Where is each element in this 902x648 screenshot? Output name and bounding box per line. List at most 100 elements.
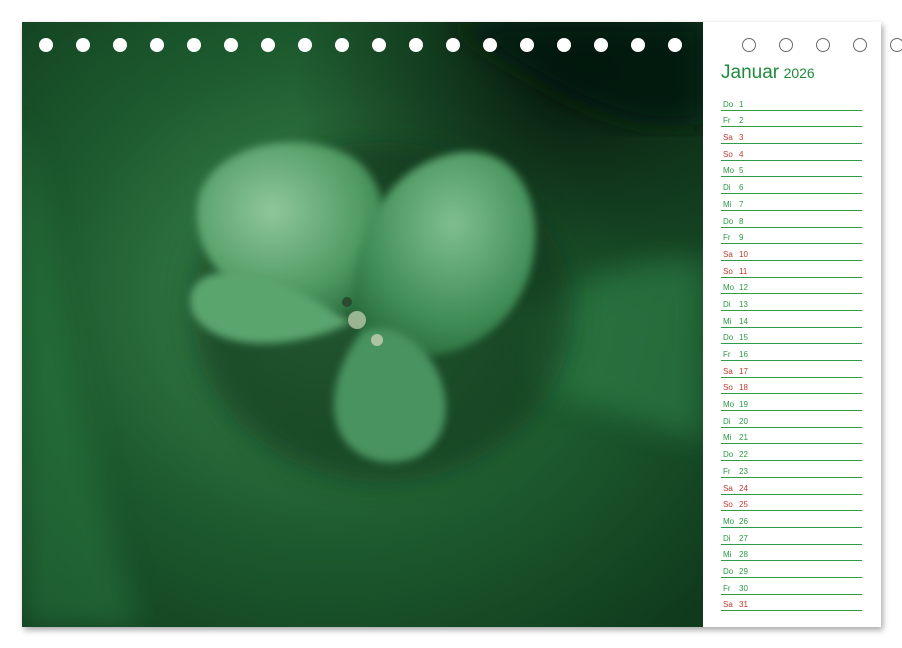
day-name: Mo <box>723 166 735 176</box>
day-row: Fr 9 <box>721 228 862 245</box>
day-row: So 25 <box>721 495 862 512</box>
day-name: Fr <box>723 116 731 126</box>
day-list: Do 1 Fr 2 Sa 3 So 4 Mo 5 Di 6 Mi 7 Do 8 Fr 9 Sa 10 So 11 Mo 12 D… <box>721 94 862 612</box>
day-row: Sa 31 <box>721 595 862 612</box>
day-name: Di <box>723 416 731 426</box>
day-name: Sa <box>723 600 733 610</box>
leaf-photo-art <box>22 22 703 627</box>
day-number: 28 <box>739 550 748 560</box>
binding-hole <box>668 38 682 52</box>
day-number: 15 <box>739 333 748 343</box>
day-row: Mi 7 <box>721 194 862 211</box>
day-number: 11 <box>739 266 748 276</box>
calendar-column: Januar 2026 Do 1 Fr 2 Sa 3 So 4 Mo 5 Di 6 Mi 7 Do 8 Fr 9 S… <box>703 22 881 627</box>
day-number: 9 <box>739 233 744 243</box>
month-name: Januar <box>721 62 780 83</box>
day-number: 13 <box>739 299 748 309</box>
day-row: Mi 21 <box>721 428 862 445</box>
day-name: So <box>723 266 733 276</box>
day-number: 24 <box>739 483 748 493</box>
day-name: Do <box>723 216 734 226</box>
day-row: Fr 2 <box>721 111 862 128</box>
day-name: Do <box>723 99 734 109</box>
day-row: Mo 26 <box>721 511 862 528</box>
day-row: Sa 3 <box>721 127 862 145</box>
day-name: Do <box>723 450 734 460</box>
day-number: 21 <box>739 433 748 443</box>
day-row: Sa 17 <box>721 361 862 378</box>
year-label: 2026 <box>783 65 815 81</box>
day-row: Do 22 <box>721 444 862 462</box>
day-number: 1 <box>739 99 744 109</box>
day-number: 7 <box>739 199 744 209</box>
day-number: 16 <box>739 350 748 359</box>
day-number: 25 <box>739 500 748 510</box>
binding-hole <box>557 38 571 52</box>
day-number: 8 <box>739 216 744 226</box>
day-name: Mi <box>723 550 732 560</box>
day-number: 14 <box>739 316 748 326</box>
day-row: Mi 28 <box>721 545 862 562</box>
binding-hole <box>298 38 312 52</box>
day-number: 12 <box>739 283 748 293</box>
day-name: Sa <box>723 249 733 259</box>
binding-hole <box>446 38 460 52</box>
day-row: Fr 16 <box>721 344 862 361</box>
day-row: Mo 12 <box>721 278 862 295</box>
binding-hole <box>76 38 90 52</box>
day-row: Sa 10 <box>721 244 862 261</box>
day-number: 27 <box>739 533 748 543</box>
day-name: Do <box>723 333 734 343</box>
day-number: 18 <box>739 383 748 393</box>
day-number: 23 <box>739 466 748 476</box>
binding-hole <box>150 38 164 52</box>
day-row: Di 27 <box>721 528 862 545</box>
day-name: Di <box>723 533 731 543</box>
day-row: Mo 19 <box>721 394 862 412</box>
day-number: 19 <box>739 400 748 410</box>
day-row: Di 6 <box>721 177 862 195</box>
day-name: Mi <box>723 316 732 326</box>
day-number: 30 <box>739 583 748 593</box>
day-number: 2 <box>739 116 744 126</box>
day-number: 6 <box>739 183 744 193</box>
binding-hole <box>520 38 534 52</box>
day-name: Sa <box>723 483 733 493</box>
calendar-page: Januar 2026 Do 1 Fr 2 Sa 3 So 4 Mo 5 Di 6 Mi 7 Do 8 Fr 9 S… <box>22 22 902 627</box>
day-row: Fr 23 <box>721 461 862 478</box>
binding-hole <box>261 38 275 52</box>
day-name: Mo <box>723 283 735 293</box>
day-row: Sa 24 <box>721 478 862 495</box>
binding-hole <box>335 38 349 52</box>
day-row: Do 29 <box>721 561 862 578</box>
day-row: Di 13 <box>721 294 862 311</box>
day-row: So 11 <box>721 261 862 278</box>
binding-hole <box>409 38 423 52</box>
day-row: So 18 <box>721 378 862 395</box>
day-number: 31 <box>739 600 748 610</box>
day-name: Fr <box>723 233 731 243</box>
day-name: Mi <box>723 433 732 443</box>
binding-hole <box>890 38 902 52</box>
day-number: 5 <box>739 166 744 176</box>
day-name: Di <box>723 299 731 309</box>
day-name: Fr <box>723 466 731 476</box>
binding-hole <box>187 38 201 52</box>
day-name: Sa <box>723 366 733 376</box>
day-name: So <box>723 149 733 159</box>
day-number: 22 <box>739 450 748 460</box>
binding-hole <box>372 38 386 52</box>
day-number: 10 <box>739 249 748 259</box>
day-number: 29 <box>739 566 748 576</box>
day-row: Do 15 <box>721 328 862 345</box>
day-number: 4 <box>739 149 744 159</box>
day-name: So <box>723 500 733 510</box>
day-number: 26 <box>739 516 748 526</box>
day-name: Mi <box>723 199 732 209</box>
day-row: Mi 14 <box>721 311 862 328</box>
day-name: So <box>723 383 733 393</box>
binding-hole <box>224 38 238 52</box>
day-row: Do 1 <box>721 94 862 111</box>
day-name: Sa <box>723 133 733 143</box>
binding-hole <box>631 38 645 52</box>
